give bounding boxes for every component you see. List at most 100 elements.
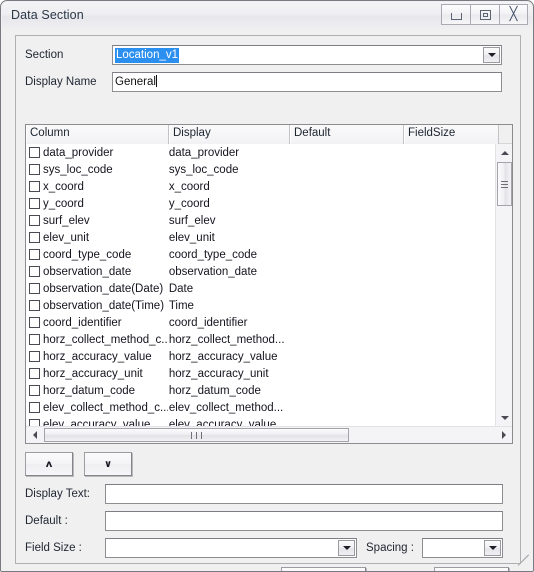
move-down-button[interactable]: ∨ — [84, 452, 132, 476]
table-row[interactable]: horz_accuracy_value horz_accuracy_value — [26, 348, 495, 365]
section-combobox[interactable]: Location_v1 — [112, 45, 502, 65]
scroll-left-button[interactable] — [26, 427, 43, 443]
table-row[interactable]: data_provider data_provider — [26, 144, 495, 161]
checkbox-icon[interactable] — [29, 232, 40, 243]
listview-vertical-scrollbar[interactable] — [495, 144, 512, 426]
column-header-display[interactable]: Display — [169, 125, 290, 144]
table-row[interactable]: surf_elev surf_elev — [26, 212, 495, 229]
checkbox-icon[interactable] — [29, 181, 40, 192]
horizontal-scroll-thumb[interactable] — [44, 428, 349, 442]
checkbox-icon[interactable] — [29, 147, 40, 158]
table-row[interactable]: x_coord x_coord — [26, 178, 495, 195]
table-row[interactable]: horz_datum_code horz_datum_code — [26, 382, 495, 399]
cell-column: coord_type_code — [26, 249, 168, 261]
cell-column: observation_date(Time) — [26, 300, 168, 312]
table-row[interactable]: observation_date observation_date — [26, 263, 495, 280]
cell-display: surf_elev — [168, 214, 216, 227]
cell-column-text: horz_datum_code — [43, 384, 136, 397]
checkbox-icon[interactable] — [29, 351, 40, 362]
checkbox-icon[interactable] — [29, 266, 40, 277]
cell-display: elev_accuracy_value — [168, 418, 277, 427]
checkbox-icon[interactable] — [29, 334, 40, 345]
vertical-scroll-thumb[interactable] — [497, 162, 512, 206]
column-header-fieldsize[interactable]: FieldSize — [404, 125, 499, 144]
chevron-down-icon — [342, 546, 351, 550]
checkbox-icon[interactable] — [29, 249, 40, 260]
display-name-label: Display Name — [25, 76, 97, 88]
cell-column-text: surf_elev — [43, 214, 90, 227]
cell-column: sys_loc_code — [26, 164, 168, 176]
field-size-combobox-button[interactable] — [338, 540, 355, 556]
checkbox-icon[interactable] — [29, 198, 40, 209]
display-text-input[interactable] — [105, 484, 503, 504]
text-caret — [155, 75, 157, 87]
table-row[interactable]: observation_date(Time) Time — [26, 297, 495, 314]
cancel-button[interactable]: Cancel — [434, 567, 509, 571]
grip-icon — [189, 431, 204, 439]
checkbox-icon[interactable] — [29, 402, 40, 413]
default-label: Default : — [25, 515, 68, 527]
display-name-value: General — [115, 76, 156, 88]
cell-display: horz_accuracy_value — [168, 350, 278, 363]
field-size-combobox[interactable] — [105, 538, 357, 558]
move-up-button[interactable]: ʌ — [25, 452, 73, 476]
cell-column: x_coord — [26, 181, 168, 193]
window-controls: ╳ — [441, 4, 528, 25]
minimize-button[interactable] — [441, 4, 470, 25]
table-row[interactable]: sys_loc_code sys_loc_code — [26, 161, 495, 178]
scroll-up-button[interactable] — [496, 144, 512, 161]
scroll-down-button[interactable] — [496, 409, 512, 426]
table-row[interactable]: coord_type_code coord_type_code — [26, 246, 495, 263]
triangle-up-icon — [500, 150, 509, 155]
triangle-right-icon — [501, 431, 506, 439]
cell-display: x_coord — [168, 180, 210, 193]
checkbox-icon[interactable] — [29, 215, 40, 226]
field-size-combobox-textwrap — [108, 539, 336, 557]
save-button[interactable]: Save — [281, 567, 366, 571]
column-header-default[interactable]: Default — [290, 125, 404, 144]
table-row[interactable]: elev_collect_method_c... elev_collect_met… — [26, 399, 495, 416]
scroll-right-button[interactable] — [495, 427, 512, 443]
cell-display: data_provider — [168, 146, 240, 159]
close-button[interactable]: ╳ — [499, 4, 528, 25]
arrow-up-icon: ʌ — [45, 458, 53, 470]
checkbox-icon[interactable] — [29, 283, 40, 294]
cell-column: y_coord — [26, 198, 168, 210]
spacing-combobox[interactable] — [422, 538, 503, 558]
listview-body[interactable]: data_provider data_provider sys_loc_code sy… — [26, 144, 495, 426]
checkbox-icon[interactable] — [29, 419, 40, 426]
display-name-input[interactable]: General — [112, 72, 502, 92]
cell-column-text: horz_collect_method_c... — [43, 333, 168, 346]
checkbox-icon[interactable] — [29, 317, 40, 328]
table-row[interactable]: elev_accuracy_value elev_accuracy_value — [26, 416, 495, 426]
section-combobox-button[interactable] — [483, 47, 500, 63]
table-row[interactable]: coord_identifier coord_identifier — [26, 314, 495, 331]
spacing-combobox-textwrap — [425, 539, 482, 557]
table-row[interactable]: y_coord y_coord — [26, 195, 495, 212]
title-bar[interactable]: Data Section ╳ — [2, 2, 532, 29]
checkbox-icon[interactable] — [29, 385, 40, 396]
table-row[interactable]: horz_collect_method_c... horz_collect_met… — [26, 331, 495, 348]
table-row[interactable]: observation_date(Date) Date — [26, 280, 495, 297]
checkbox-icon[interactable] — [29, 368, 40, 379]
cell-display: Time — [168, 299, 194, 312]
resize-grip-icon[interactable] — [516, 554, 530, 569]
checkbox-icon[interactable] — [29, 300, 40, 311]
chevron-down-icon — [488, 546, 497, 550]
cell-display: elev_collect_method... — [168, 401, 284, 414]
spacing-combobox-button[interactable] — [484, 540, 501, 556]
table-row[interactable]: elev_unit elev_unit — [26, 229, 495, 246]
column-header-column[interactable]: Column — [26, 125, 169, 144]
columns-listview[interactable]: Column Display Default FieldSize data_pr… — [25, 124, 513, 444]
checkbox-icon[interactable] — [29, 164, 40, 175]
table-row[interactable]: horz_accuracy_unit horz_accuracy_unit — [26, 365, 495, 382]
cell-display: coord_type_code — [168, 248, 258, 261]
dialog-client-area: Section Location_v1 Display Name General… — [2, 29, 532, 571]
cell-column-text: coord_identifier — [43, 316, 122, 329]
arrow-down-icon: ∨ — [103, 458, 113, 470]
default-input[interactable] — [105, 511, 503, 531]
content-panel: Section Location_v1 Display Name General… — [15, 35, 521, 571]
cell-column: horz_collect_method_c... — [26, 334, 168, 346]
restore-button[interactable] — [470, 4, 499, 25]
listview-horizontal-scrollbar[interactable] — [26, 426, 512, 443]
